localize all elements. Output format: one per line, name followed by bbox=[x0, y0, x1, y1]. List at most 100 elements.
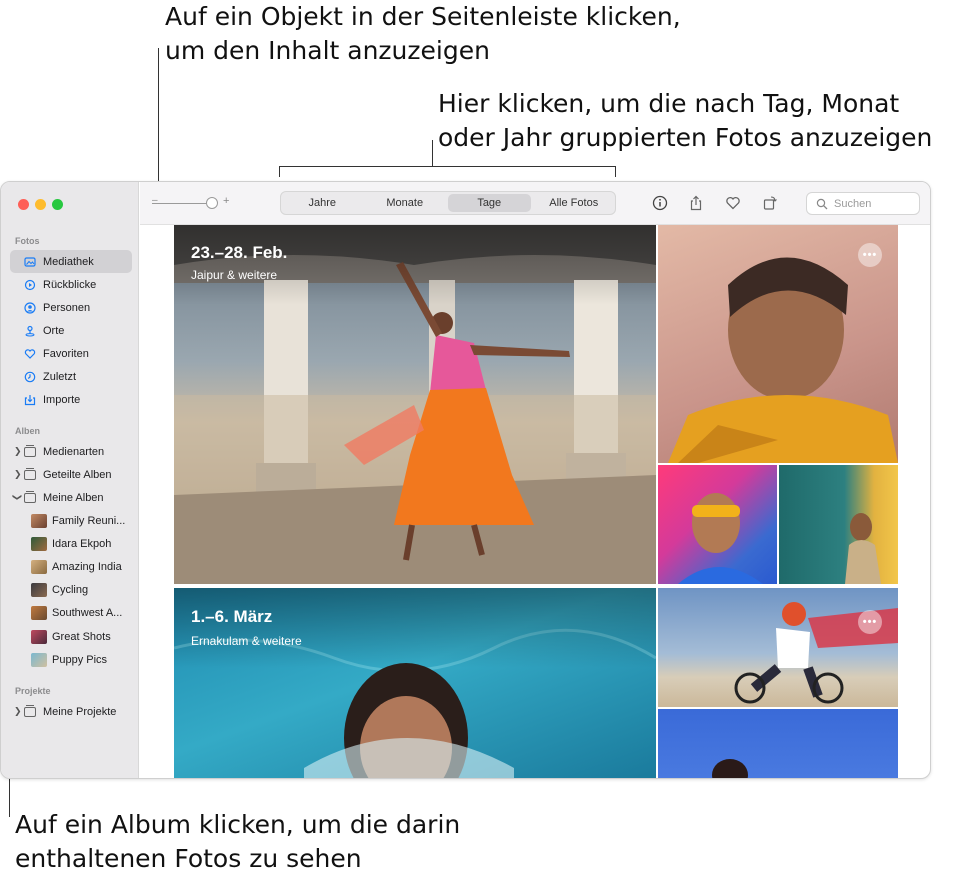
sidebar-item-label: Geteilte Alben bbox=[43, 468, 112, 481]
photo-dancer[interactable]: 23.–28. Feb. Jaipur & weitere bbox=[174, 225, 656, 584]
zoom-button[interactable] bbox=[52, 199, 63, 210]
photo-cyclist[interactable]: ••• bbox=[658, 588, 898, 707]
places-icon bbox=[24, 325, 36, 337]
rotate-icon[interactable] bbox=[761, 194, 779, 212]
search-field[interactable]: Suchen bbox=[806, 192, 920, 215]
callout-sidebar: Auf ein Objekt in der Seitenleiste klick… bbox=[165, 0, 681, 68]
tab-monate[interactable]: Monate bbox=[364, 192, 447, 214]
cyclist-illustration bbox=[734, 602, 898, 704]
photo-woman-doorway[interactable] bbox=[779, 465, 898, 584]
callout-sidebar-line-1: Auf ein Objekt in der Seitenleiste klick… bbox=[165, 2, 681, 31]
moment-title: 23.–28. Feb. bbox=[191, 243, 288, 262]
callout-toolbar-bracket-left bbox=[279, 166, 280, 177]
folder-icon bbox=[24, 704, 36, 717]
callout-toolbar-line-1: Hier klicken, um die nach Tag, Monat bbox=[438, 89, 900, 118]
tab-alle-fotos[interactable]: Alle Fotos bbox=[533, 192, 616, 214]
tab-tage[interactable]: Tage bbox=[448, 194, 531, 212]
callout-toolbar-bracket-right bbox=[615, 166, 616, 177]
favorite-heart-icon[interactable] bbox=[724, 194, 742, 212]
sidebar-group-meine-projekte[interactable]: ❯ Meine Projekte bbox=[10, 700, 132, 723]
album-great-shots[interactable]: Great Shots bbox=[31, 627, 111, 647]
sidebar-item-label: Rückblicke bbox=[43, 278, 97, 291]
callout-toolbar-line-2: oder Jahr gruppierten Fotos anzuzeigen bbox=[438, 123, 933, 152]
more-options-button[interactable]: ••• bbox=[858, 610, 882, 634]
sidebar-item-personen[interactable]: Personen bbox=[10, 296, 132, 319]
callout-album-line-2: enthaltenen Fotos zu sehen bbox=[15, 844, 362, 873]
portrait-illustration bbox=[845, 513, 881, 584]
sidebar-item-importe[interactable]: Importe bbox=[10, 388, 132, 411]
album-label: Puppy Pics bbox=[52, 654, 108, 666]
album-label: Southwest A... bbox=[52, 607, 123, 619]
sidebar-item-label: Orte bbox=[43, 324, 65, 337]
sidebar: Fotos Mediathek Rückblicke Personen Orte bbox=[1, 182, 139, 778]
portrait-illustration bbox=[678, 493, 763, 584]
info-icon[interactable] bbox=[651, 194, 669, 212]
sidebar-group-geteilte-alben[interactable]: ❯ Geteilte Alben bbox=[10, 463, 132, 486]
sidebar-item-rueckblicke[interactable]: Rückblicke bbox=[10, 273, 132, 296]
album-thumbnail bbox=[31, 606, 47, 620]
section-projekte-heading: Projekte bbox=[15, 686, 51, 696]
toolbar: – + Jahre Monate Tage Alle Fotos Suchen bbox=[140, 182, 930, 225]
chevron-down-icon[interactable]: ❯ bbox=[12, 494, 23, 502]
photo-gradient-overlay bbox=[174, 225, 656, 305]
photo-older-woman[interactable]: ••• bbox=[658, 225, 898, 463]
zoom-slider-track[interactable] bbox=[152, 203, 207, 204]
sidebar-item-label: Meine Projekte bbox=[43, 705, 117, 718]
album-thumbnail bbox=[31, 630, 47, 644]
moment-subtitle: Ernakulam & weitere bbox=[191, 634, 302, 648]
sidebar-group-meine-alben[interactable]: ❯ Meine Alben bbox=[10, 486, 132, 509]
callout-toolbar-bracket bbox=[279, 166, 616, 167]
sidebar-item-label: Personen bbox=[43, 301, 91, 314]
chevron-right-icon[interactable]: ❯ bbox=[14, 446, 22, 457]
callout-album: Auf ein Album klicken, um die darin enth… bbox=[15, 808, 460, 876]
sidebar-item-label: Zuletzt bbox=[43, 370, 77, 383]
album-label: Family Reuni... bbox=[52, 515, 126, 527]
memories-icon bbox=[24, 279, 36, 291]
album-family-reunion[interactable]: Family Reuni... bbox=[31, 511, 125, 531]
album-thumbnail bbox=[31, 514, 47, 528]
photo-man-sunglasses[interactable] bbox=[658, 465, 777, 584]
photos-window: Fotos Mediathek Rückblicke Personen Orte bbox=[0, 181, 931, 779]
sidebar-item-orte[interactable]: Orte bbox=[10, 319, 132, 342]
folder-icon bbox=[24, 467, 36, 480]
photo-blue-sky[interactable] bbox=[658, 709, 898, 778]
sidebar-item-label: Meine Alben bbox=[43, 491, 104, 504]
album-southwest[interactable]: Southwest A... bbox=[31, 603, 122, 623]
sidebar-item-zuletzt[interactable]: Zuletzt bbox=[10, 365, 132, 388]
folder-icon bbox=[24, 444, 36, 457]
photo-swimmer[interactable]: 1.–6. März Ernakulam & weitere bbox=[174, 588, 656, 778]
sidebar-item-favoriten[interactable]: Favoriten bbox=[10, 342, 132, 365]
folder-icon bbox=[24, 490, 36, 503]
album-amazing-india[interactable]: Amazing India bbox=[31, 557, 122, 577]
minimize-button[interactable] bbox=[35, 199, 46, 210]
album-thumbnail bbox=[31, 583, 47, 597]
album-cycling[interactable]: Cycling bbox=[31, 580, 88, 600]
sidebar-group-medienarten[interactable]: ❯ Medienarten bbox=[10, 440, 132, 463]
album-idara-ekpoh[interactable]: Idara Ekpoh bbox=[31, 534, 111, 554]
zoom-slider-knob[interactable] bbox=[206, 197, 218, 209]
album-puppy-pics[interactable]: Puppy Pics bbox=[31, 650, 107, 670]
chevron-right-icon[interactable]: ❯ bbox=[14, 469, 22, 480]
sidebar-item-label: Importe bbox=[43, 393, 81, 406]
search-placeholder: Suchen bbox=[834, 197, 872, 210]
heart-icon bbox=[24, 348, 36, 360]
view-segmented-control: Jahre Monate Tage Alle Fotos bbox=[280, 191, 616, 215]
chevron-right-icon[interactable]: ❯ bbox=[14, 706, 22, 717]
close-button[interactable] bbox=[18, 199, 29, 210]
share-icon[interactable] bbox=[687, 194, 705, 212]
section-alben-heading: Alben bbox=[15, 426, 41, 436]
album-label: Idara Ekpoh bbox=[52, 538, 112, 550]
tab-jahre[interactable]: Jahre bbox=[281, 192, 364, 214]
zoom-plus-icon: + bbox=[223, 195, 230, 207]
moment-subtitle: Jaipur & weitere bbox=[191, 268, 278, 282]
sidebar-item-mediathek[interactable]: Mediathek bbox=[10, 250, 132, 273]
album-label: Great Shots bbox=[52, 631, 111, 643]
library-icon bbox=[24, 256, 36, 268]
search-icon bbox=[816, 198, 828, 209]
callout-toolbar: Hier klicken, um die nach Tag, Monat ode… bbox=[438, 87, 932, 155]
zoom-minus-icon: – bbox=[152, 195, 158, 206]
section-fotos-heading: Fotos bbox=[15, 236, 40, 246]
album-label: Cycling bbox=[52, 584, 89, 596]
more-options-button[interactable]: ••• bbox=[858, 243, 882, 267]
import-icon bbox=[24, 394, 36, 406]
